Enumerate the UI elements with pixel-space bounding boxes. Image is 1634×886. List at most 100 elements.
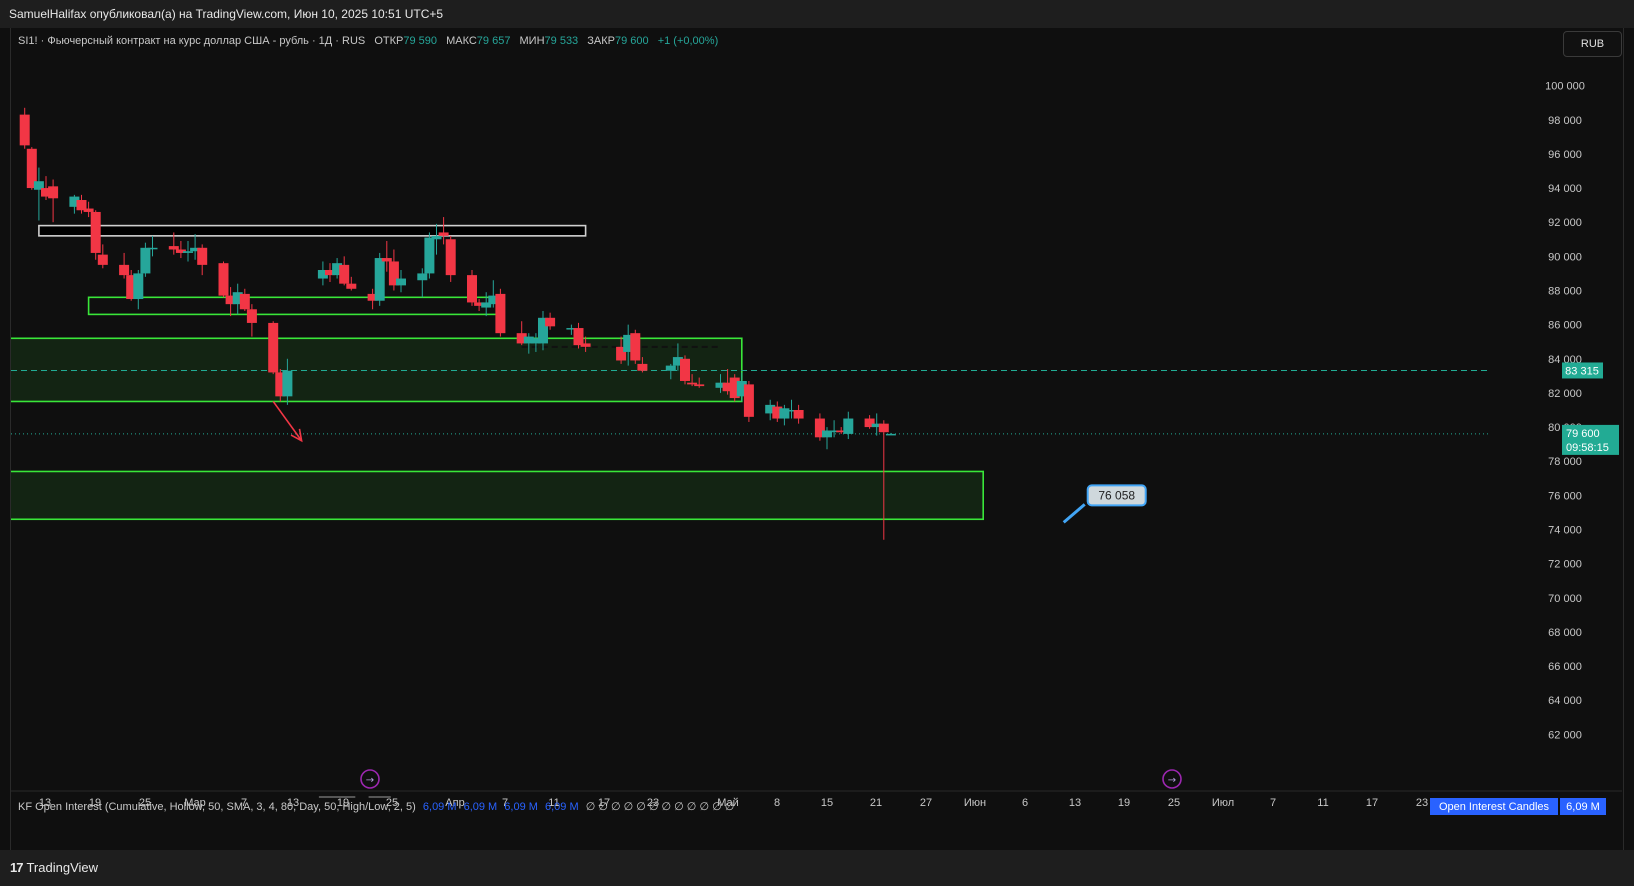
candle-body bbox=[665, 365, 676, 371]
candle-body bbox=[381, 258, 392, 262]
oi-candles-value: 6,09 M bbox=[1560, 798, 1606, 815]
oi-value-1: 6,09 M bbox=[422, 801, 457, 813]
low-label: МИН bbox=[519, 35, 545, 47]
low-value: 79 533 bbox=[544, 35, 579, 47]
last-price-countdown: 09:58:15 bbox=[1566, 442, 1609, 454]
candle-body bbox=[140, 247, 151, 274]
tradingview-logo-icon: 17 bbox=[10, 860, 24, 875]
candle-body bbox=[119, 264, 130, 276]
oi-candle bbox=[368, 796, 377, 798]
oi-candle bbox=[347, 796, 356, 798]
last-price-label: 79 600 bbox=[1566, 428, 1600, 440]
x-tick-label: 17 bbox=[1366, 797, 1378, 809]
brand-name: TradingView bbox=[26, 860, 99, 875]
x-tick-label: Июл bbox=[1212, 797, 1234, 809]
candle-body bbox=[0, 84, 1, 104]
replay-marker-glyph: → bbox=[1168, 775, 1176, 786]
y-tick-label: 88 000 bbox=[1548, 285, 1582, 297]
candle-body bbox=[545, 317, 556, 327]
callout-label: 76 058 bbox=[1098, 488, 1135, 502]
x-tick-label: 15 bbox=[821, 797, 833, 809]
candle-body bbox=[239, 293, 250, 310]
open-label: ОТКР bbox=[374, 35, 404, 47]
oi-value-4: 6,09 M bbox=[545, 801, 579, 813]
candle-body bbox=[424, 237, 435, 274]
x-tick-label: 11 bbox=[1317, 797, 1328, 809]
replay-marker-glyph: → bbox=[366, 775, 374, 786]
oi-value-2: 6,09 M bbox=[463, 801, 498, 813]
candle-body bbox=[346, 283, 357, 289]
candle-body bbox=[573, 328, 584, 346]
oi-candle bbox=[340, 796, 349, 798]
box-green-zone bbox=[87, 296, 502, 316]
candle-body bbox=[680, 358, 690, 381]
price-pane: 76 058 bbox=[0, 84, 1488, 540]
candle-body bbox=[246, 309, 257, 323]
candle-body bbox=[90, 211, 101, 253]
oi-indicator-legend[interactable]: KF Open Interest (Cumulative, Hollow, 50… bbox=[18, 800, 734, 813]
candle-body bbox=[133, 273, 144, 300]
candle-body bbox=[637, 363, 648, 371]
box-green-fill-zone bbox=[11, 470, 985, 521]
candle-body bbox=[843, 418, 854, 434]
y-tick-label: 94 000 bbox=[1548, 183, 1582, 195]
candle-body bbox=[0, 103, 8, 117]
price-chart[interactable]: 76 058 62 000 64 000 66 000 68 000 70 000 72 0… bbox=[0, 0, 1634, 886]
candle-body bbox=[48, 186, 59, 199]
oi-candle bbox=[333, 796, 342, 798]
x-tick-label: 13 bbox=[1069, 797, 1081, 809]
candle-body bbox=[19, 114, 30, 146]
x-tick-label: 23 bbox=[1416, 797, 1428, 809]
tradingview-brand[interactable]: 17 TradingView bbox=[10, 860, 98, 875]
currency-button[interactable]: RUB bbox=[1563, 31, 1622, 57]
close-label: ЗАКР bbox=[587, 35, 615, 47]
footer-bar bbox=[0, 850, 1634, 886]
y-tick-label: 76 000 bbox=[1548, 490, 1582, 502]
y-tick-label: 96 000 bbox=[1548, 149, 1582, 161]
candle-body bbox=[431, 235, 442, 240]
candle-body bbox=[147, 247, 158, 250]
candle-body bbox=[779, 408, 790, 419]
oi-candle bbox=[318, 796, 327, 798]
oi-candle bbox=[375, 796, 384, 798]
candle-body bbox=[438, 232, 449, 236]
oi-candle bbox=[382, 796, 391, 798]
close-value: 79 600 bbox=[614, 35, 649, 47]
high-label: МАКС bbox=[446, 35, 477, 47]
symbol-title: SI1! · Фьючерсный контракт на курс долла… bbox=[18, 35, 366, 47]
candle-body bbox=[83, 208, 94, 212]
y-tick-label: 82 000 bbox=[1548, 388, 1582, 400]
y-tick-label: 90 000 bbox=[1548, 251, 1582, 263]
candle-body bbox=[878, 423, 889, 433]
oi-candle bbox=[326, 796, 334, 798]
box-black-zone bbox=[38, 224, 587, 237]
candle-body bbox=[495, 293, 506, 334]
x-tick-label: 7 bbox=[1270, 797, 1276, 809]
y-tick-label: 78 000 bbox=[1548, 456, 1582, 468]
candle-body bbox=[282, 370, 293, 397]
candle-body bbox=[445, 239, 456, 276]
y-tick-label: 74 000 bbox=[1548, 525, 1582, 537]
y-tick-label: 72 000 bbox=[1548, 559, 1582, 571]
y-tick-label: 62 000 bbox=[1548, 729, 1582, 741]
symbol-legend: SI1! · Фьючерсный контракт на курс долла… bbox=[18, 35, 718, 47]
candle-body bbox=[630, 333, 641, 361]
x-tick-label: 19 bbox=[1118, 797, 1130, 809]
candle-body bbox=[168, 246, 179, 250]
x-tick-label: 21 bbox=[870, 797, 882, 809]
change-value: +1 (+0,00%) bbox=[657, 35, 719, 47]
open-value: 79 590 bbox=[403, 35, 437, 47]
candle-body bbox=[183, 251, 193, 253]
price-label-83315: 83 315 bbox=[1565, 365, 1599, 377]
y-tick-label: 66 000 bbox=[1548, 661, 1582, 673]
candle-body bbox=[339, 264, 350, 284]
x-tick-label: Июн bbox=[964, 797, 986, 809]
candle-body bbox=[580, 343, 591, 347]
y-tick-label: 100 000 bbox=[1545, 81, 1585, 93]
candle-body bbox=[687, 382, 698, 385]
callout-pointer bbox=[1062, 503, 1086, 524]
candle-body bbox=[467, 275, 477, 303]
y-tick-label: 70 000 bbox=[1548, 593, 1582, 605]
oi-candles-badge: Open Interest Candles bbox=[1430, 798, 1558, 815]
candle-body bbox=[694, 384, 705, 387]
